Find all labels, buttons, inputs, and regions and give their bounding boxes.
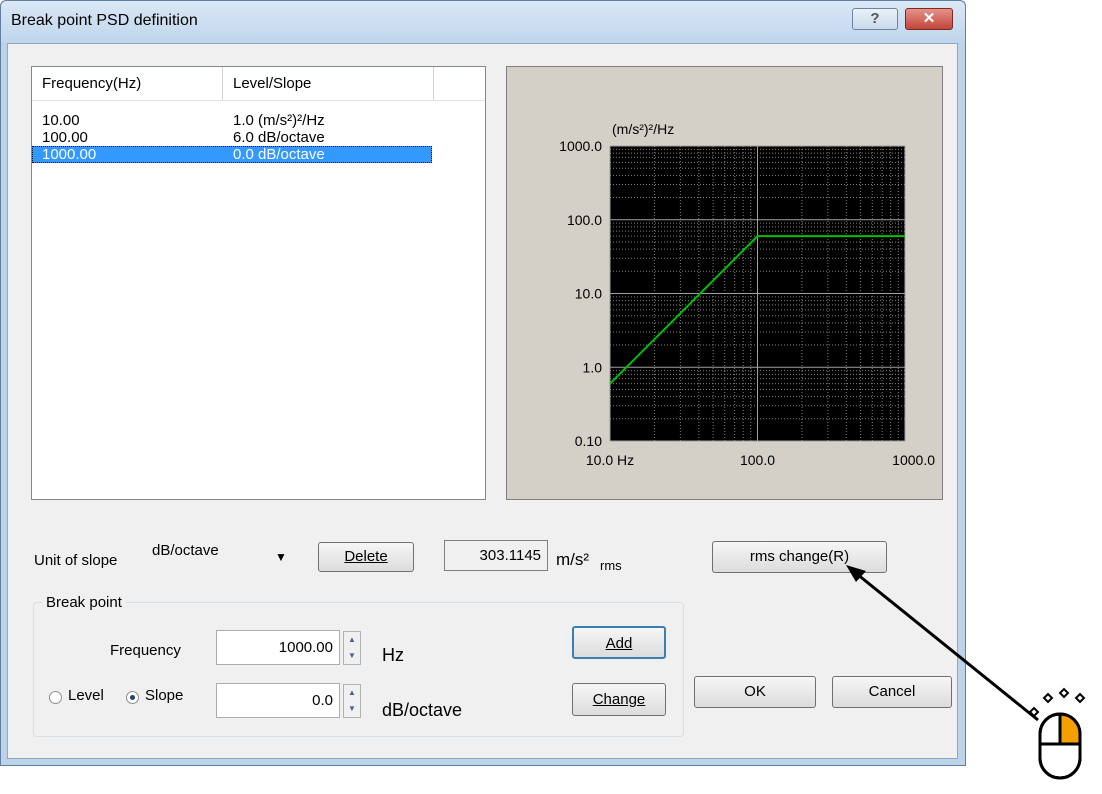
mouse-icon bbox=[1038, 712, 1082, 780]
pointer-arrow bbox=[846, 565, 1039, 722]
annotation-overlay bbox=[846, 565, 1086, 780]
click-sparkle-icon bbox=[1028, 687, 1086, 718]
